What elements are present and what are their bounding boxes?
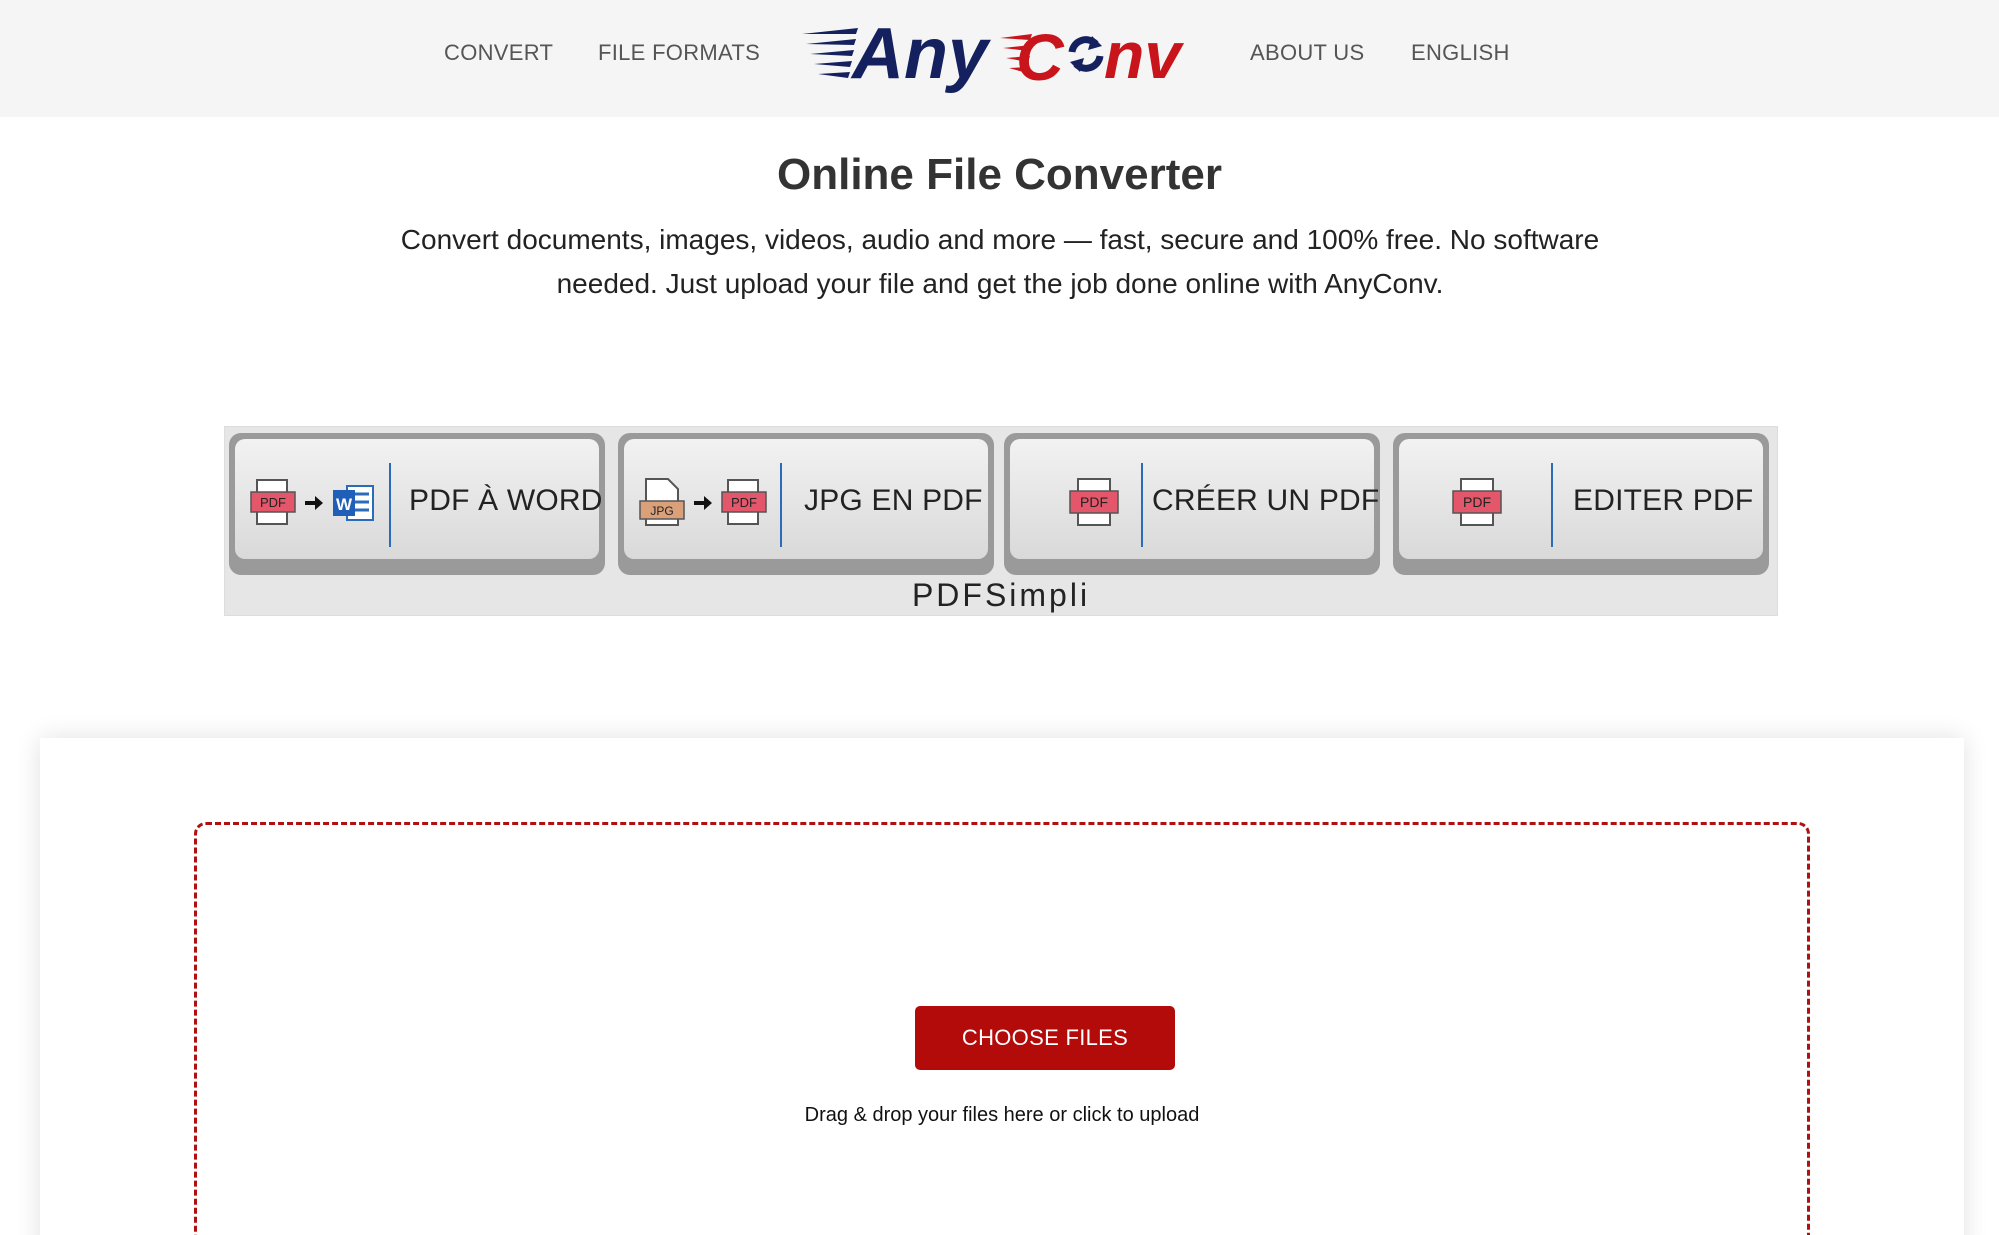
svg-text:PDF: PDF — [260, 495, 286, 510]
ad-tile-body: JPG PDF JPG EN PDF — [624, 439, 988, 559]
upload-card: CHOOSE FILES Drag & drop your files here… — [40, 738, 1964, 1235]
ad-tile-label: PDF À WORD — [409, 484, 603, 517]
word-icon: W — [333, 485, 374, 521]
site-header: CONVERT FILE FORMATS Any C nv ABOUT US E… — [0, 0, 1999, 117]
tile-icons: PDF — [1068, 477, 1120, 529]
pdf-icon: PDF — [250, 479, 296, 525]
svg-text:PDF: PDF — [1463, 494, 1491, 510]
anyconv-logo[interactable]: Any C nv — [800, 8, 1195, 98]
nav-file-formats[interactable]: FILE FORMATS — [598, 38, 760, 68]
jpg-icon: JPG — [639, 478, 685, 526]
ad-tile-body: PDF W PDF À WORD — [235, 439, 602, 559]
ad-tile-pdf-to-word[interactable]: PDF W PDF À WORD — [229, 433, 605, 575]
arrow-right-icon — [694, 496, 712, 510]
speed-lines-icon — [802, 28, 858, 78]
tile-icons: PDF — [1451, 477, 1503, 529]
svg-text:PDF: PDF — [731, 495, 757, 510]
ad-tile-label: CRÉER UN PDF — [1152, 484, 1380, 517]
ad-tile-create-pdf[interactable]: PDF CRÉER UN PDF — [1004, 433, 1380, 575]
page-title: Online File Converter — [777, 150, 1222, 199]
choose-files-button[interactable]: CHOOSE FILES — [915, 1006, 1175, 1070]
logo-any: Any — [850, 14, 992, 94]
page-description: Convert documents, images, videos, audio… — [400, 224, 1600, 299]
logo-nv: nv — [1104, 18, 1184, 92]
svg-text:W: W — [336, 495, 353, 514]
ad-tile-label: EDITER PDF — [1573, 484, 1754, 517]
ad-tile-jpg-to-pdf[interactable]: JPG PDF JPG EN PDF — [618, 433, 994, 575]
language-selector[interactable]: ENGLISH — [1411, 38, 1510, 68]
svg-text:PDF: PDF — [1080, 494, 1108, 510]
dropzone-hint: Drag & drop your files here or click to … — [804, 1104, 1200, 1126]
ad-brand-name: PDFSimpli — [911, 577, 1091, 613]
ad-tile-body: PDF EDITER PDF — [1399, 439, 1763, 559]
ad-banner[interactable]: ⓘ ⋮ PDF W — [224, 426, 1778, 616]
svg-text:JPG: JPG — [650, 504, 673, 518]
pdf-icon: PDF — [1452, 478, 1502, 526]
arrow-right-icon — [305, 496, 323, 510]
logo-c: C — [1016, 20, 1065, 94]
tile-icons: JPG PDF — [638, 477, 768, 529]
ad-tile-label: JPG EN PDF — [804, 484, 983, 517]
refresh-icon — [1068, 36, 1104, 72]
tile-icons: PDF W — [249, 477, 375, 529]
ad-tile-body: PDF CRÉER UN PDF — [1010, 439, 1379, 559]
tile-divider — [1141, 463, 1143, 547]
tile-divider — [780, 463, 782, 547]
nav-about-us[interactable]: ABOUT US — [1250, 38, 1364, 68]
pdf-icon: PDF — [1069, 478, 1119, 526]
tile-divider — [389, 463, 391, 547]
pdf-icon: PDF — [721, 479, 767, 525]
ad-tile-edit-pdf[interactable]: PDF EDITER PDF — [1393, 433, 1769, 575]
tile-divider — [1551, 463, 1553, 547]
nav-convert[interactable]: CONVERT — [444, 38, 553, 68]
file-dropzone[interactable]: CHOOSE FILES Drag & drop your files here… — [194, 822, 1810, 1235]
